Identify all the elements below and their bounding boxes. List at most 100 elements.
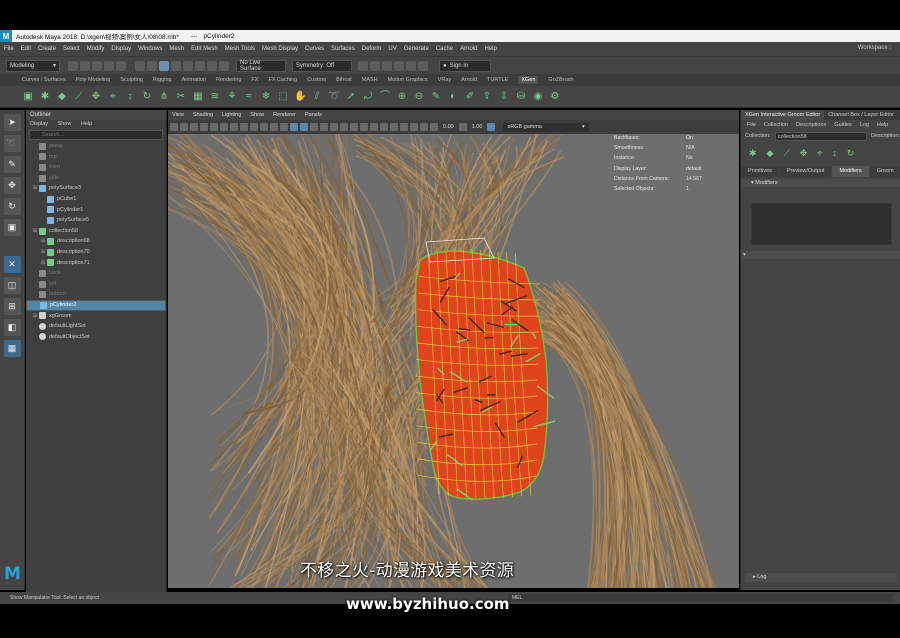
- outliner-item[interactable]: left: [26, 279, 166, 290]
- menu-arnold[interactable]: Arnold: [460, 46, 477, 52]
- menu-mesh[interactable]: Mesh: [169, 46, 184, 52]
- menu-generate[interactable]: Generate: [404, 46, 429, 52]
- tab-channel-box[interactable]: Channel Box / Layer Editor: [824, 110, 898, 120]
- xgen-comb-icon[interactable]: ⋔: [158, 91, 170, 103]
- menu-edit-mesh[interactable]: Edit Mesh: [191, 46, 218, 52]
- outliner-menu-help[interactable]: Help: [81, 121, 92, 127]
- menu-help[interactable]: Help: [484, 46, 496, 52]
- snap-live-icon[interactable]: [219, 60, 229, 71]
- collection-dropdown[interactable]: collection58: [774, 131, 867, 141]
- menu-mesh-display[interactable]: Mesh Display: [262, 46, 298, 52]
- menu-select[interactable]: Select: [63, 46, 80, 52]
- xgen-move-guide-icon[interactable]: ✥: [90, 91, 102, 103]
- bookmark-icon[interactable]: [180, 123, 188, 131]
- modifiers-header[interactable]: ▾ Modifiers: [741, 179, 900, 187]
- outliner-menu-show[interactable]: Show: [58, 121, 72, 127]
- modifiers-stack[interactable]: [751, 203, 892, 245]
- history-icon[interactable]: [358, 60, 368, 71]
- color-space-dropdown[interactable]: sRGB gamma ▾: [503, 122, 589, 132]
- outliner-item[interactable]: ⊞ xgGroom: [26, 311, 166, 322]
- xgen-twist-icon[interactable]: ⤾: [362, 91, 374, 103]
- xgen-menu-guides[interactable]: Guides: [834, 122, 851, 128]
- hypershade-icon[interactable]: [406, 60, 416, 71]
- xgen-part-icon[interactable]: ⫽: [311, 91, 323, 103]
- color-management-icon[interactable]: [487, 123, 496, 131]
- xgen-cut-icon[interactable]: ✂: [175, 91, 187, 103]
- light-editor-icon[interactable]: [418, 60, 428, 71]
- xgen-import-icon[interactable]: ⇩: [498, 91, 510, 103]
- ambient-occlusion-icon[interactable]: [390, 123, 398, 131]
- shelf-tab-curves-surfaces[interactable]: Curves / Surfaces: [22, 77, 66, 83]
- snap-point-icon[interactable]: [195, 60, 205, 71]
- undo-icon[interactable]: [104, 60, 114, 71]
- shelf-tab-animation[interactable]: Animation: [182, 77, 206, 83]
- film-gate-icon[interactable]: [230, 123, 238, 131]
- redo-icon[interactable]: [116, 60, 126, 71]
- create-description-icon[interactable]: ✱: [749, 148, 757, 159]
- tab-modifiers[interactable]: Modifiers: [832, 166, 869, 177]
- menu-cache[interactable]: Cache: [436, 46, 453, 52]
- log-section[interactable]: ▸ Log: [745, 573, 897, 582]
- resolution-gate-icon[interactable]: [240, 123, 248, 131]
- two-d-pan-icon[interactable]: [200, 123, 208, 131]
- expand-icon[interactable]: ⊞: [40, 247, 46, 258]
- move-tool-icon[interactable]: ✥: [3, 177, 21, 194]
- vp-menu-panels[interactable]: Panels: [305, 112, 322, 118]
- isolate-select-icon[interactable]: [420, 123, 428, 131]
- snap-view-icon[interactable]: [207, 60, 217, 71]
- shelf-tab-turtle[interactable]: TURTLE: [487, 77, 508, 83]
- xgen-create-description-icon[interactable]: ✱: [39, 91, 51, 103]
- guide-select-icon[interactable]: ⌖: [817, 148, 822, 159]
- backface-cull-icon[interactable]: [380, 123, 388, 131]
- xgen-smooth-icon[interactable]: ≈: [243, 91, 255, 103]
- exposure-value[interactable]: 0.00: [443, 124, 454, 130]
- render-icon[interactable]: [370, 60, 380, 71]
- outliner-item[interactable]: ⊞ description70: [26, 247, 166, 258]
- modify-guide-icon[interactable]: ✥: [800, 148, 808, 159]
- ipr-render-icon[interactable]: [382, 60, 392, 71]
- xray-icon[interactable]: [350, 123, 358, 131]
- expand-icon[interactable]: ⊞: [40, 258, 46, 269]
- menu-mesh-tools[interactable]: Mesh Tools: [225, 46, 255, 52]
- select-component-icon[interactable]: [159, 60, 169, 71]
- xgen-add-guide-icon[interactable]: ⟋: [73, 91, 85, 103]
- xgen-menu-collection[interactable]: Collection: [764, 122, 788, 128]
- shelf-tab-custom[interactable]: Custom: [307, 77, 326, 83]
- smooth-shade-icon[interactable]: [300, 123, 308, 131]
- four-view-icon[interactable]: ⊞: [3, 298, 21, 315]
- xgen-noise-icon[interactable]: ≋: [209, 91, 221, 103]
- add-guide-icon[interactable]: ⟋: [783, 148, 789, 159]
- shelf-tab-rendering[interactable]: Rendering: [216, 77, 241, 83]
- vp-menu-lighting[interactable]: Lighting: [222, 112, 241, 118]
- menu-display[interactable]: Display: [111, 46, 131, 52]
- tab-xgen-groom-editor[interactable]: XGen Interactive Groom Editor: [741, 110, 825, 120]
- menu-uv[interactable]: UV: [388, 46, 396, 52]
- xgen-direction-icon[interactable]: ➚: [345, 91, 357, 103]
- lasso-tool-icon[interactable]: ➰: [3, 135, 21, 152]
- menu-file[interactable]: File: [4, 46, 14, 52]
- xgen-guide-tool-icon[interactable]: ⌖: [107, 91, 119, 103]
- expand-icon[interactable]: ⊞: [32, 226, 38, 237]
- xgen-select-icon[interactable]: ⬚: [277, 91, 289, 103]
- expand-icon[interactable]: ⊞: [32, 183, 38, 194]
- xgen-rebuild-icon[interactable]: ↻: [141, 91, 153, 103]
- workspace-label[interactable]: Workspace :: [858, 45, 891, 51]
- shadows-icon[interactable]: [340, 123, 348, 131]
- xgen-menu-log[interactable]: Log: [860, 122, 869, 128]
- image-plane-icon[interactable]: [190, 123, 198, 131]
- shelf-tab-mash[interactable]: MASH: [362, 77, 378, 83]
- shelf-tab-poly-modeling[interactable]: Poly Modeling: [76, 77, 111, 83]
- xgen-bend-icon[interactable]: ⌒: [379, 91, 391, 103]
- xgen-attract-icon[interactable]: ⊕: [396, 91, 408, 103]
- outliner-item[interactable]: top: [26, 152, 166, 163]
- scale-tool-icon[interactable]: ▣: [3, 219, 21, 236]
- wireframe-icon[interactable]: [290, 123, 298, 131]
- outliner-menu-display[interactable]: Display: [30, 121, 48, 127]
- outliner-item[interactable]: persp: [26, 141, 166, 152]
- outliner-item[interactable]: bottom: [26, 289, 166, 300]
- shelf-tab-gozbrush[interactable]: GoZBrush: [548, 77, 573, 83]
- outliner-item[interactable]: polySurface5: [26, 215, 166, 226]
- use-lights-icon[interactable]: [330, 123, 338, 131]
- outliner-item[interactable]: pCylinder1: [26, 205, 166, 216]
- groom-icon[interactable]: ◆: [767, 148, 774, 159]
